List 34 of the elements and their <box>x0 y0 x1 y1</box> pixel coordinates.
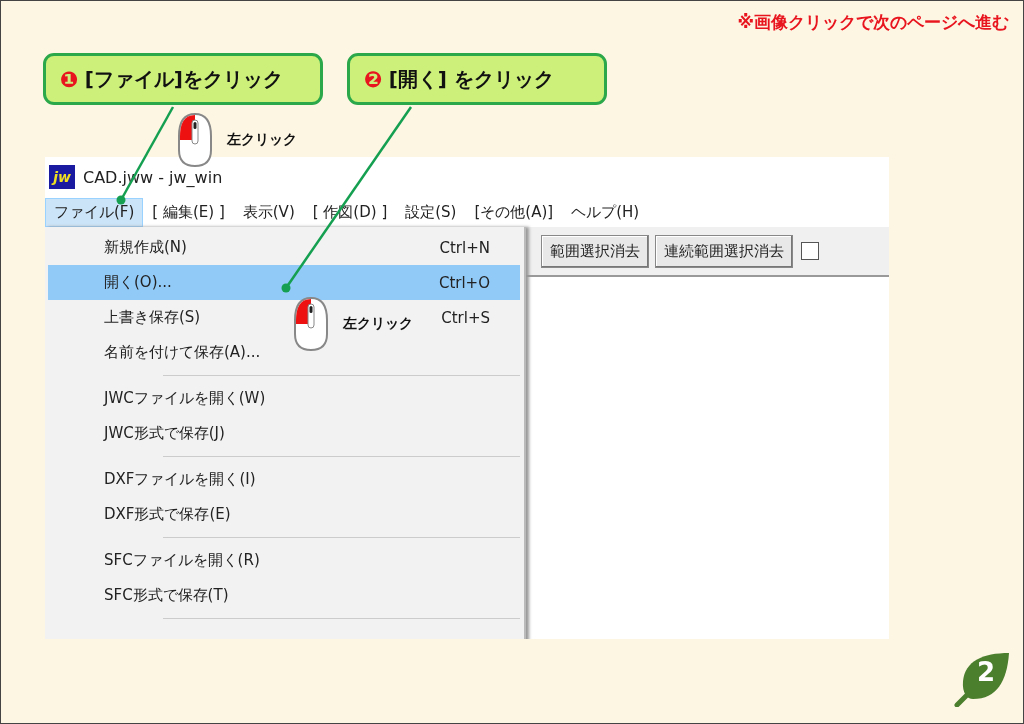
toolbar-button[interactable]: 範囲選択消去 <box>541 234 649 268</box>
menu-option[interactable]: 開く(O)... Ctrl+O <box>48 265 520 300</box>
menu-option[interactable]: 新規作成(N) <box>104 238 187 257</box>
menu-option[interactable]: DXFファイルを開く(I) <box>104 470 256 489</box>
shortcut-text: Ctrl+S <box>441 308 490 327</box>
menu-option[interactable]: DXF形式で保存(E) <box>104 505 231 524</box>
menu-option[interactable]: SFCファイルを開く(R) <box>104 551 260 570</box>
mouse-icon <box>293 296 329 352</box>
step-number: ❷ <box>364 66 383 92</box>
menu-item[interactable]: [ 作図(D) ] <box>303 197 397 227</box>
callout-text: [開く] をクリック <box>388 65 554 93</box>
menu-item[interactable]: [ 編集(E) ] <box>143 197 234 227</box>
shortcut-text: Ctrl+O <box>438 273 490 292</box>
menu-item[interactable]: [その他(A)] <box>465 197 563 227</box>
menu-option[interactable]: JWC形式で保存(J) <box>104 424 225 443</box>
step-number: ❶ <box>60 66 79 92</box>
click-label: 左クリック <box>227 131 297 149</box>
menu-item[interactable]: ファイル(F) <box>45 197 144 227</box>
click-label: 左クリック <box>343 315 413 333</box>
menu-option[interactable]: 名前を付けて保存(A)... <box>104 343 261 362</box>
menu-option[interactable]: JWCファイルを開く(W) <box>104 389 266 408</box>
app-logo: jw <box>49 165 75 189</box>
leaf-icon <box>953 651 1011 707</box>
menu-item[interactable]: 設定(S) <box>396 197 466 227</box>
menu-item[interactable]: ヘルプ(H) <box>562 197 649 227</box>
menu-option[interactable]: 上書き保存(S) <box>104 308 201 327</box>
checkbox[interactable] <box>801 242 819 260</box>
shortcut-text: Ctrl+N <box>439 238 490 257</box>
menu-option[interactable]: SFC形式で保存(T) <box>104 586 229 605</box>
page-number: 2 <box>977 657 996 687</box>
callout-text: [ファイル]をクリック <box>84 65 283 93</box>
menu-item[interactable]: 表示(V) <box>233 197 304 227</box>
toolbar-button[interactable]: 連続範囲選択消去 <box>655 234 793 268</box>
page-note: ※画像クリックで次のページへ進む <box>737 11 1009 34</box>
